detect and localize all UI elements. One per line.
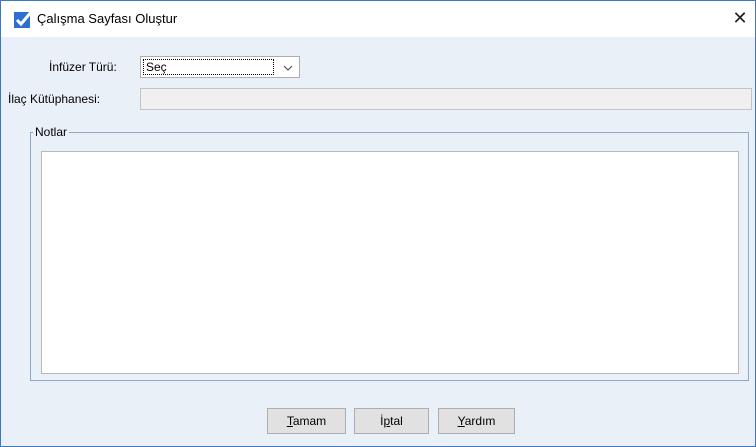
help-button-mnemonic: Y [457,414,465,428]
drug-library-field [140,88,752,110]
drug-library-label: İlaç Kütüphanesi: [8,92,101,106]
close-icon: ✕ [732,8,748,28]
help-button-label: ardım [464,414,496,428]
help-button[interactable]: Yardım [438,408,515,434]
close-button[interactable]: ✕ [725,1,755,37]
cancel-button[interactable]: İptal [354,408,429,434]
checkbox-check-icon [14,10,34,28]
ok-button[interactable]: Tamam [267,408,346,434]
infuser-type-select[interactable]: Seç [140,56,300,78]
notes-textarea[interactable] [41,151,739,374]
infuser-type-selected-value: Seç [143,59,274,75]
notes-label: Notlar [33,125,70,139]
chevron-down-icon [283,65,293,71]
title-bar: Çalışma Sayfası Oluştur ✕ [1,1,755,37]
window-title: Çalışma Sayfası Oluştur [37,11,178,26]
infuser-type-label: İnfüzer Türü: [49,60,117,74]
cancel-button-label: tal [390,414,403,428]
create-worksheet-dialog: Çalışma Sayfası Oluştur ✕ İnfüzer Türü: … [0,0,756,447]
ok-button-label: amam [292,414,327,428]
